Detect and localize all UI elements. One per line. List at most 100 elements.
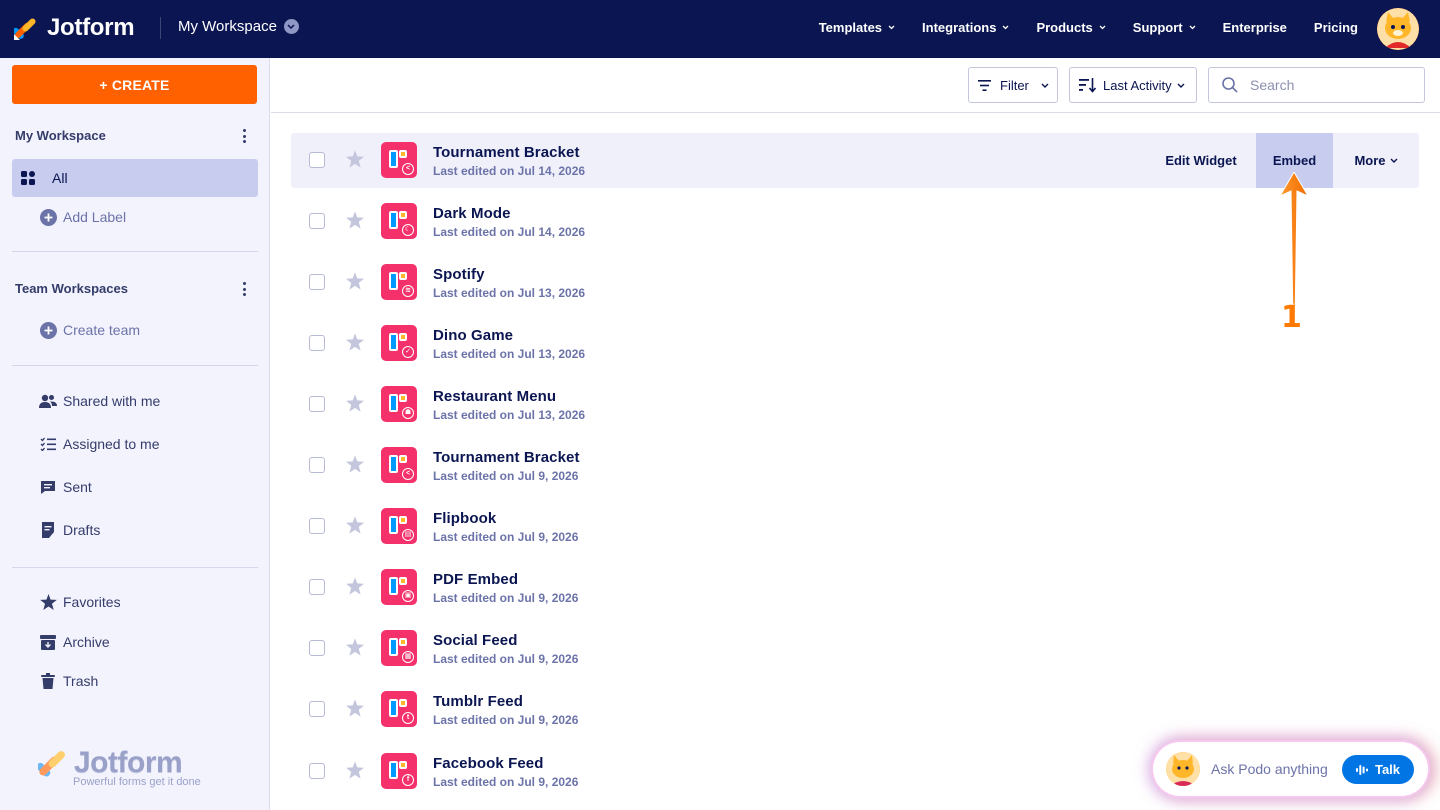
user-avatar[interactable] bbox=[1377, 8, 1419, 50]
talk-button[interactable]: Talk bbox=[1342, 755, 1414, 784]
trash-icon bbox=[38, 671, 58, 691]
sidebar-item-archive-label: Archive bbox=[63, 634, 110, 650]
sidebar-item-trash[interactable]: Trash bbox=[12, 662, 258, 700]
sidebar-item-drafts[interactable]: Drafts bbox=[12, 511, 258, 549]
item-last-edited: Last edited on Jul 9, 2026 bbox=[433, 469, 579, 483]
more-button[interactable]: More bbox=[1333, 133, 1419, 188]
list-item[interactable]: ▤ Flipbook Last edited on Jul 9, 2026 bbox=[291, 499, 1419, 554]
list-item[interactable]: ▦ Social Feed Last edited on Jul 9, 2026 bbox=[291, 621, 1419, 676]
item-title[interactable]: Restaurant Menu bbox=[433, 388, 556, 405]
workspace-switcher[interactable]: My Workspace bbox=[178, 18, 299, 35]
item-title[interactable]: Facebook Feed bbox=[433, 755, 544, 772]
sidebar: + CREATE My Workspace All Add Label Team… bbox=[0, 58, 270, 810]
star-icon[interactable] bbox=[346, 516, 364, 534]
nav-enterprise[interactable]: Enterprise bbox=[1223, 20, 1287, 35]
jotform-logo[interactable]: Jotform bbox=[12, 14, 135, 42]
nav-templates[interactable]: Templates bbox=[819, 20, 895, 35]
list-item[interactable]: ☗ Restaurant Menu Last edited on Jul 13,… bbox=[291, 377, 1419, 432]
sidebar-item-sent[interactable]: Sent bbox=[12, 468, 258, 506]
nav-support[interactable]: Support bbox=[1133, 20, 1196, 35]
create-team-text: Create team bbox=[63, 322, 141, 338]
sidebar-item-favorites[interactable]: Favorites bbox=[12, 583, 258, 621]
list-item[interactable]: < Tournament Bracket Last edited on Jul … bbox=[291, 133, 1419, 188]
star-icon[interactable] bbox=[346, 333, 364, 351]
create-button[interactable]: + CREATE bbox=[12, 65, 257, 104]
archive-box-icon bbox=[38, 632, 58, 652]
more-button-label: More bbox=[1354, 153, 1386, 168]
filter-button[interactable]: Filter bbox=[968, 67, 1058, 103]
my-workspace-options-icon[interactable] bbox=[240, 129, 248, 143]
main-nav: Templates Integrations Products Support … bbox=[792, 20, 1358, 35]
list-item[interactable]: ▣ PDF Embed Last edited on Jul 9, 2026 bbox=[291, 560, 1419, 615]
add-label-button[interactable]: Add Label bbox=[12, 198, 258, 236]
item-title[interactable]: Tournament Bracket bbox=[433, 144, 580, 161]
list-item[interactable]: ≋ Spotify Last edited on Jul 13, 2026 bbox=[291, 255, 1419, 310]
item-last-edited: Last edited on Jul 13, 2026 bbox=[433, 286, 586, 300]
list-item[interactable]: ✓ Dino Game Last edited on Jul 13, 2026 bbox=[291, 316, 1419, 371]
nav-pricing[interactable]: Pricing bbox=[1314, 20, 1358, 35]
item-title[interactable]: Social Feed bbox=[433, 632, 517, 649]
list-item[interactable]: t Tumblr Feed Last edited on Jul 9, 2026 bbox=[291, 682, 1419, 737]
star-icon[interactable] bbox=[346, 455, 364, 473]
item-title[interactable]: PDF Embed bbox=[433, 571, 518, 588]
sidebar-item-all-label: All bbox=[52, 170, 68, 186]
sidebar-item-assigned[interactable]: Assigned to me bbox=[12, 425, 258, 463]
item-last-edited: Last edited on Jul 9, 2026 bbox=[433, 713, 579, 727]
draft-document-icon bbox=[38, 520, 58, 540]
list-item[interactable]: < Tournament Bracket Last edited on Jul … bbox=[291, 438, 1419, 493]
star-icon[interactable] bbox=[346, 394, 364, 412]
edit-widget-button[interactable]: Edit Widget bbox=[1146, 133, 1256, 188]
search-input[interactable] bbox=[1250, 77, 1410, 93]
nav-integrations[interactable]: Integrations bbox=[922, 20, 1009, 35]
sidebar-brand-tagline: Powerful forms get it done bbox=[73, 776, 201, 788]
sidebar-item-drafts-label: Drafts bbox=[63, 522, 101, 538]
podo-mascot-icon bbox=[1377, 8, 1419, 50]
team-workspaces-options-icon[interactable] bbox=[240, 282, 248, 296]
sidebar-item-all[interactable]: All bbox=[12, 159, 258, 197]
app-badge-icon: f bbox=[402, 774, 414, 786]
star-icon[interactable] bbox=[346, 638, 364, 656]
list-item[interactable]: ☾ Dark Mode Last edited on Jul 14, 2026 bbox=[291, 194, 1419, 249]
star-icon[interactable] bbox=[346, 150, 364, 168]
row-checkbox[interactable] bbox=[309, 763, 325, 779]
create-team-button[interactable]: Create team bbox=[12, 311, 258, 349]
app-badge-icon: ▤ bbox=[402, 529, 414, 541]
sidebar-item-shared[interactable]: Shared with me bbox=[12, 382, 258, 420]
item-title[interactable]: Flipbook bbox=[433, 510, 496, 527]
item-title[interactable]: Tournament Bracket bbox=[433, 449, 580, 466]
nav-products[interactable]: Products bbox=[1036, 20, 1106, 35]
item-title[interactable]: Tumblr Feed bbox=[433, 693, 523, 710]
row-checkbox[interactable] bbox=[309, 701, 325, 717]
item-title[interactable]: Dino Game bbox=[433, 327, 513, 344]
row-checkbox[interactable] bbox=[309, 213, 325, 229]
row-checkbox[interactable] bbox=[309, 396, 325, 412]
star-icon[interactable] bbox=[346, 211, 364, 229]
row-checkbox[interactable] bbox=[309, 518, 325, 534]
sort-button[interactable]: Last Activity bbox=[1069, 67, 1197, 103]
top-navigation-bar: Jotform My Workspace Templates Integrati… bbox=[0, 0, 1440, 58]
app-widget-icon: ☾ bbox=[381, 203, 417, 239]
star-icon[interactable] bbox=[346, 577, 364, 595]
talk-button-label: Talk bbox=[1374, 762, 1401, 777]
sort-icon bbox=[1079, 77, 1096, 93]
sidebar-item-assigned-label: Assigned to me bbox=[63, 436, 160, 452]
row-checkbox[interactable] bbox=[309, 152, 325, 168]
sidebar-divider bbox=[12, 251, 258, 252]
row-checkbox[interactable] bbox=[309, 457, 325, 473]
item-title[interactable]: Dark Mode bbox=[433, 205, 511, 222]
row-checkbox[interactable] bbox=[309, 335, 325, 351]
podo-assistant-bar[interactable]: Ask Podo anything Talk bbox=[1153, 742, 1428, 796]
row-checkbox[interactable] bbox=[309, 579, 325, 595]
add-label-text: Add Label bbox=[63, 209, 127, 225]
annotation-step-number: 1 bbox=[1281, 300, 1302, 335]
row-checkbox[interactable] bbox=[309, 640, 325, 656]
sidebar-item-shared-label: Shared with me bbox=[63, 393, 161, 409]
sidebar-item-archive[interactable]: Archive bbox=[12, 623, 258, 661]
item-last-edited: Last edited on Jul 13, 2026 bbox=[433, 408, 586, 422]
star-icon[interactable] bbox=[346, 699, 364, 717]
item-title[interactable]: Spotify bbox=[433, 266, 485, 283]
star-icon[interactable] bbox=[346, 761, 364, 779]
app-widget-icon: < bbox=[381, 447, 417, 483]
star-icon[interactable] bbox=[346, 272, 364, 290]
row-checkbox[interactable] bbox=[309, 274, 325, 290]
